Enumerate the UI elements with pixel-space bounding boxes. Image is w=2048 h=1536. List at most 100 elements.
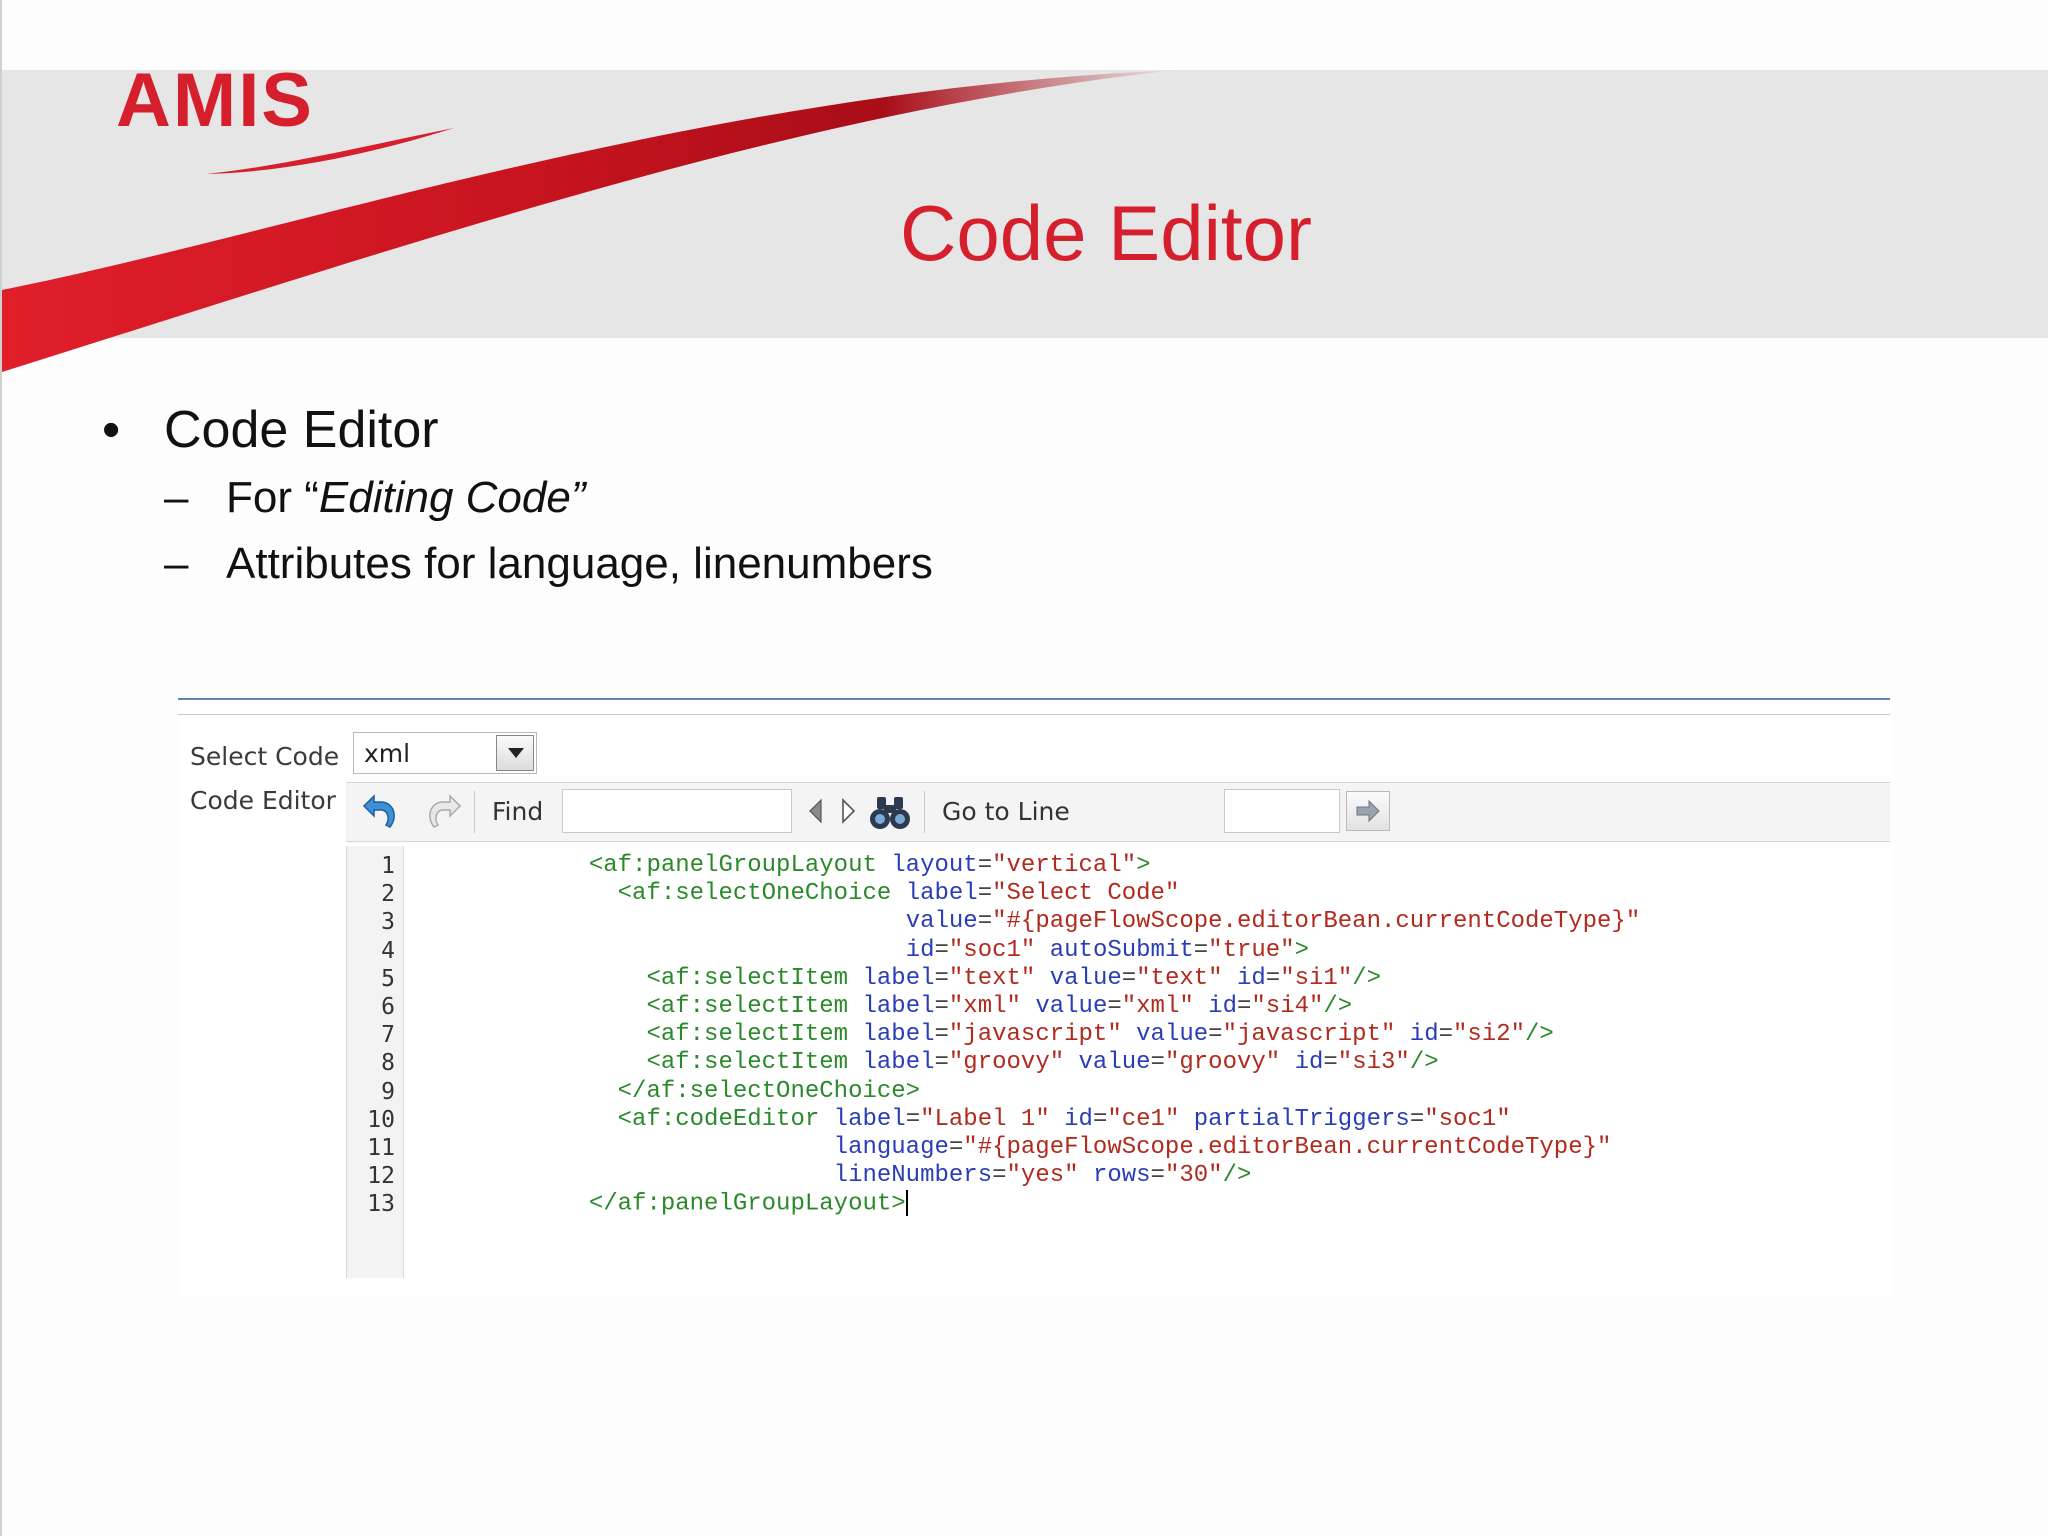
select-code-value: xml: [364, 739, 411, 768]
find-next-icon[interactable]: [838, 797, 858, 827]
code-token: =: [934, 1021, 949, 1049]
code-token: =: [1150, 1049, 1165, 1077]
code-line: </af:panelGroupLayout>: [416, 1190, 908, 1218]
code-token: language: [833, 1134, 949, 1161]
code-token: layout: [891, 852, 978, 879]
go-to-line-label: Go to Line: [942, 797, 1070, 826]
code-token: <af:selectItem: [416, 993, 849, 1020]
code-line: <af:codeEditor label="Label 1" id="ce1" …: [416, 1106, 1511, 1134]
code-token: =: [977, 908, 993, 936]
line-number: 5: [381, 965, 395, 992]
code-token: id: [1064, 1105, 1093, 1133]
divider: [178, 714, 1890, 715]
code-token: />: [1525, 1021, 1554, 1049]
code-token: "text": [948, 964, 1036, 992]
code-token: />: [1409, 1049, 1439, 1077]
code-line: value="#{pageFlowScope.editorBean.curren…: [416, 908, 1641, 936]
undo-icon[interactable]: [360, 793, 402, 833]
divider: [178, 698, 1890, 700]
code-token: =: [992, 1162, 1007, 1190]
find-previous-icon[interactable]: [806, 797, 826, 827]
code-editor-area[interactable]: 1 2 3 4 5 6 7 8 9 10 11 12 13 <af:panelGroupLayout l…: [346, 846, 1890, 1278]
find-label: Find: [492, 797, 544, 826]
code-token: "vertical": [992, 852, 1137, 879]
code-line: id="soc1" autoSubmit="true">: [416, 937, 1309, 965]
code-line: <af:selectOneChoice label="Select Code": [416, 880, 1180, 908]
code-token: =: [1107, 993, 1122, 1020]
code-token: id: [1208, 993, 1237, 1020]
code-token: partialTriggers: [1193, 1105, 1410, 1133]
code-token: id: [1236, 964, 1266, 992]
code-token: </af:selectOneChoice>: [416, 1077, 921, 1105]
code-token: </af:panelGroupLayout>: [416, 1190, 906, 1218]
line-number: 10: [367, 1106, 395, 1133]
code-line: lineNumbers="yes" rows="30"/>: [416, 1162, 1252, 1190]
text-cursor: [905, 1190, 908, 1217]
code-token: id: [1409, 1021, 1439, 1049]
code-token: =: [1265, 964, 1281, 992]
bullet-item: • Code Editor: [102, 395, 933, 465]
arrow-right-icon: [1356, 799, 1380, 823]
code-token: id: [1294, 1049, 1324, 1077]
code-token: "ce1": [1107, 1105, 1180, 1133]
dropdown-arrow-icon[interactable]: [496, 735, 534, 771]
go-to-line-input[interactable]: [1224, 789, 1340, 833]
code-token: label: [862, 1021, 935, 1049]
code-token: value: [905, 908, 978, 936]
code-token: "groovy": [948, 1049, 1065, 1077]
code-token: >: [1294, 936, 1309, 964]
code-token: "si4": [1251, 993, 1324, 1020]
find-input[interactable]: [562, 789, 792, 833]
line-number-gutter: 1 2 3 4 5 6 7 8 9 10 11 12 13: [346, 846, 404, 1278]
redo-icon[interactable]: [422, 793, 464, 833]
code-token: "soc1": [948, 936, 1036, 964]
code-token: <af:selectItem: [416, 1021, 849, 1049]
code-line: language="#{pageFlowScope.editorBean.cur…: [416, 1134, 1612, 1162]
line-number: 11: [367, 1135, 395, 1161]
go-to-line-button[interactable]: [1346, 791, 1390, 831]
line-number: 4: [381, 937, 395, 964]
code-token: =: [1409, 1105, 1425, 1133]
code-token: "yes": [1006, 1162, 1079, 1190]
code-token: "si3": [1337, 1049, 1410, 1077]
code-token: "xml": [1121, 993, 1194, 1020]
code-token: >: [1136, 852, 1151, 879]
select-code-dropdown[interactable]: xml: [353, 732, 537, 774]
sub-bullet-emphasis: Editing Code”: [318, 473, 586, 522]
code-token: />: [1352, 964, 1382, 992]
code-token: "si2": [1453, 1021, 1526, 1049]
code-token: =: [934, 964, 949, 992]
code-token: label: [862, 1049, 935, 1077]
code-token: "#{pageFlowScope.editorBean.currentCodeT…: [963, 1134, 1612, 1161]
bullet-dot-icon: •: [102, 401, 121, 459]
code-token: value: [1049, 964, 1122, 992]
code-line: <af:selectItem label="text" value="text"…: [416, 965, 1381, 993]
line-number: 7: [381, 1022, 395, 1049]
code-token: =: [905, 1105, 921, 1133]
sub-bullet-text: Attributes for language, linenumbers: [226, 539, 933, 588]
code-token: <af:selectOneChoice: [416, 880, 892, 908]
code-token: <af:codeEditor: [416, 1105, 820, 1133]
code-token: =: [1193, 936, 1209, 964]
slide-title: Code Editor: [900, 189, 1312, 277]
code-token: <af:panelGroupLayout: [416, 852, 877, 879]
code-token: lineNumbers: [833, 1162, 993, 1190]
code-token: "Select Code": [992, 880, 1180, 908]
dash-icon: –: [164, 539, 189, 588]
line-number: 8: [381, 1050, 395, 1077]
binoculars-icon[interactable]: [868, 793, 912, 833]
editor-toolbar: Find Go to Line: [346, 782, 1890, 842]
code-line: </af:selectOneChoice>: [416, 1078, 920, 1106]
code-token: "true": [1208, 936, 1295, 964]
code-line: <af:selectItem label="groovy" value="gro…: [416, 1049, 1439, 1077]
select-code-label: Select Code: [190, 742, 340, 771]
code-line: <af:selectItem label="xml" value="xml" i…: [416, 993, 1352, 1021]
code-token: label: [833, 1105, 906, 1133]
